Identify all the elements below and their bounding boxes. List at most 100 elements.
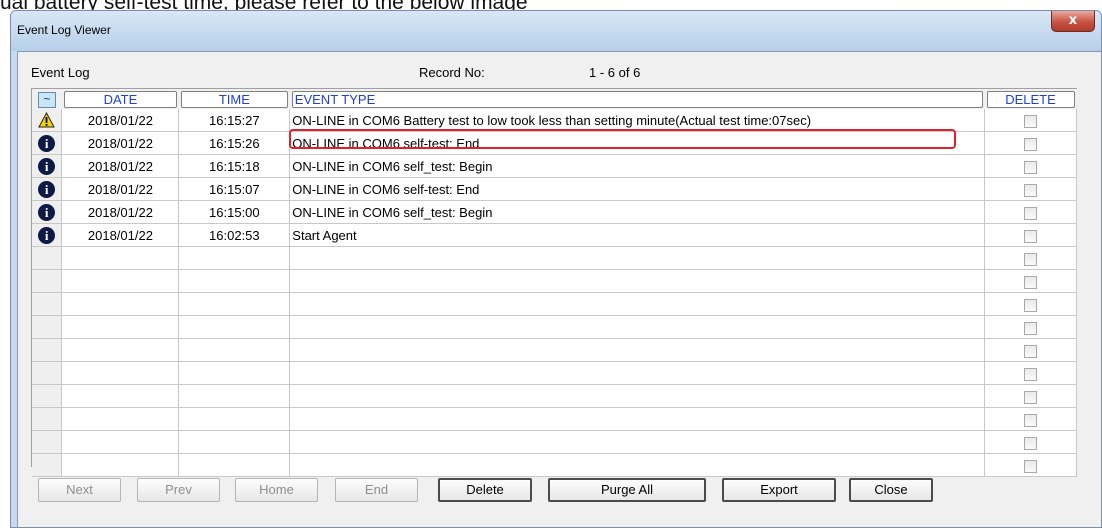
delete-checkbox[interactable]: [1024, 252, 1037, 266]
cell-event-type: ON-LINE in COM6 self_test: Begin: [289, 200, 986, 224]
cell-delete: [984, 315, 1077, 339]
delete-checkbox[interactable]: [1024, 390, 1037, 404]
table-row[interactable]: [32, 246, 1077, 270]
cell-date: [61, 315, 180, 339]
cell-time: [178, 407, 291, 431]
event-log-window: Event Log Viewer x Event Log Record No: …: [10, 10, 1102, 528]
warning-icon: [38, 112, 56, 128]
table-row[interactable]: [32, 430, 1077, 454]
record-range: 1 - 6 of 6: [589, 65, 641, 80]
cell-date: [61, 338, 180, 362]
cell-date: 2018/01/22: [61, 223, 180, 247]
row-icon-cell: [32, 269, 63, 293]
table-row[interactable]: [32, 361, 1077, 385]
cell-delete: [984, 453, 1077, 477]
cell-delete: [984, 246, 1077, 270]
window-close-button[interactable]: x: [1051, 11, 1095, 32]
info-icon: i: [38, 180, 56, 198]
cell-event-type: [289, 430, 986, 454]
delete-checkbox[interactable]: [1024, 137, 1037, 151]
table-row[interactable]: [32, 269, 1077, 293]
table-row[interactable]: [32, 453, 1077, 477]
end-button[interactable]: End: [335, 478, 418, 502]
cell-event-type: [289, 361, 986, 385]
cell-time: [178, 453, 291, 477]
record-no-label: Record No:: [419, 65, 485, 80]
cell-date: [61, 292, 180, 316]
cell-time: [178, 246, 291, 270]
cell-delete: [984, 109, 1077, 132]
cell-date: 2018/01/22: [61, 131, 180, 155]
delete-checkbox[interactable]: [1024, 229, 1037, 243]
cell-date: 2018/01/22: [61, 109, 180, 132]
delete-checkbox[interactable]: [1024, 321, 1037, 335]
info-icon: i: [38, 203, 56, 221]
table-row[interactable]: i 2018/01/22 16:15:07 ON-LINE in COM6 self-…: [32, 177, 1077, 201]
table-row[interactable]: [32, 384, 1077, 408]
delete-checkbox[interactable]: [1024, 298, 1037, 312]
delete-checkbox[interactable]: [1024, 275, 1037, 289]
delete-checkbox[interactable]: [1024, 367, 1037, 381]
cell-event-type: [289, 338, 986, 362]
column-header-date[interactable]: DATE: [63, 90, 177, 108]
row-icon-cell: [32, 246, 63, 270]
purge-all-button[interactable]: Purge All: [548, 478, 706, 502]
cell-event-type: [289, 292, 986, 316]
cell-date: [61, 246, 180, 270]
cell-time: 16:15:07: [178, 177, 291, 201]
cell-delete: [984, 131, 1077, 155]
delete-checkbox[interactable]: [1024, 413, 1037, 427]
cell-time: [178, 292, 291, 316]
cell-delete: [984, 384, 1077, 408]
event-log-label: Event Log: [31, 65, 90, 80]
cell-delete: [984, 269, 1077, 293]
column-header-delete[interactable]: DELETE: [986, 90, 1075, 108]
delete-button[interactable]: Delete: [438, 478, 532, 502]
table-row[interactable]: [32, 407, 1077, 431]
cell-event-type: ON-LINE in COM6 self-test: End: [289, 177, 986, 201]
table-row[interactable]: [32, 292, 1077, 316]
row-icon-cell: [32, 453, 63, 477]
row-icon-cell: i: [32, 200, 63, 224]
home-button[interactable]: Home: [235, 478, 318, 502]
highlight-annotation: [289, 129, 956, 149]
table-row[interactable]: i 2018/01/22 16:15:18 ON-LINE in COM6 self_…: [32, 154, 1077, 178]
row-icon-cell: [32, 361, 63, 385]
table-row[interactable]: [32, 315, 1077, 339]
cell-time: [178, 361, 291, 385]
cell-date: [61, 407, 180, 431]
row-icon-cell: [32, 407, 63, 431]
cell-delete: [984, 338, 1077, 362]
table-row[interactable]: i 2018/01/22 16:02:53 Start Agent: [32, 223, 1077, 247]
cell-event-type: [289, 269, 986, 293]
row-icon-cell: [32, 338, 63, 362]
column-header-time[interactable]: TIME: [180, 90, 288, 108]
delete-checkbox[interactable]: [1024, 183, 1037, 197]
cell-time: [178, 384, 291, 408]
sort-toggle-button[interactable]: ~: [37, 92, 56, 108]
cell-delete: [984, 177, 1077, 201]
table-row[interactable]: i 2018/01/22 16:15:00 ON-LINE in COM6 self_…: [32, 200, 1077, 224]
table-row[interactable]: [32, 338, 1077, 362]
delete-checkbox[interactable]: [1024, 160, 1037, 174]
cell-event-type: [289, 246, 986, 270]
cell-delete: [984, 292, 1077, 316]
delete-checkbox[interactable]: [1024, 436, 1037, 450]
delete-checkbox[interactable]: [1024, 459, 1037, 473]
prev-button[interactable]: Prev: [137, 478, 220, 502]
row-icon-cell: [32, 109, 63, 132]
row-icon-cell: i: [32, 177, 63, 201]
close-button[interactable]: Close: [849, 478, 933, 502]
delete-checkbox[interactable]: [1024, 344, 1037, 358]
delete-checkbox[interactable]: [1024, 114, 1037, 128]
cell-event-type: [289, 453, 986, 477]
export-button[interactable]: Export: [722, 478, 836, 502]
delete-checkbox[interactable]: [1024, 206, 1037, 220]
cell-date: 2018/01/22: [61, 177, 180, 201]
column-header-event-type[interactable]: EVENT TYPE: [291, 90, 983, 108]
next-button[interactable]: Next: [38, 478, 121, 502]
title-bar[interactable]: Event Log Viewer x: [11, 11, 1101, 51]
cell-event-type: [289, 384, 986, 408]
cell-event-type: [289, 315, 986, 339]
cell-date: 2018/01/22: [61, 154, 180, 178]
